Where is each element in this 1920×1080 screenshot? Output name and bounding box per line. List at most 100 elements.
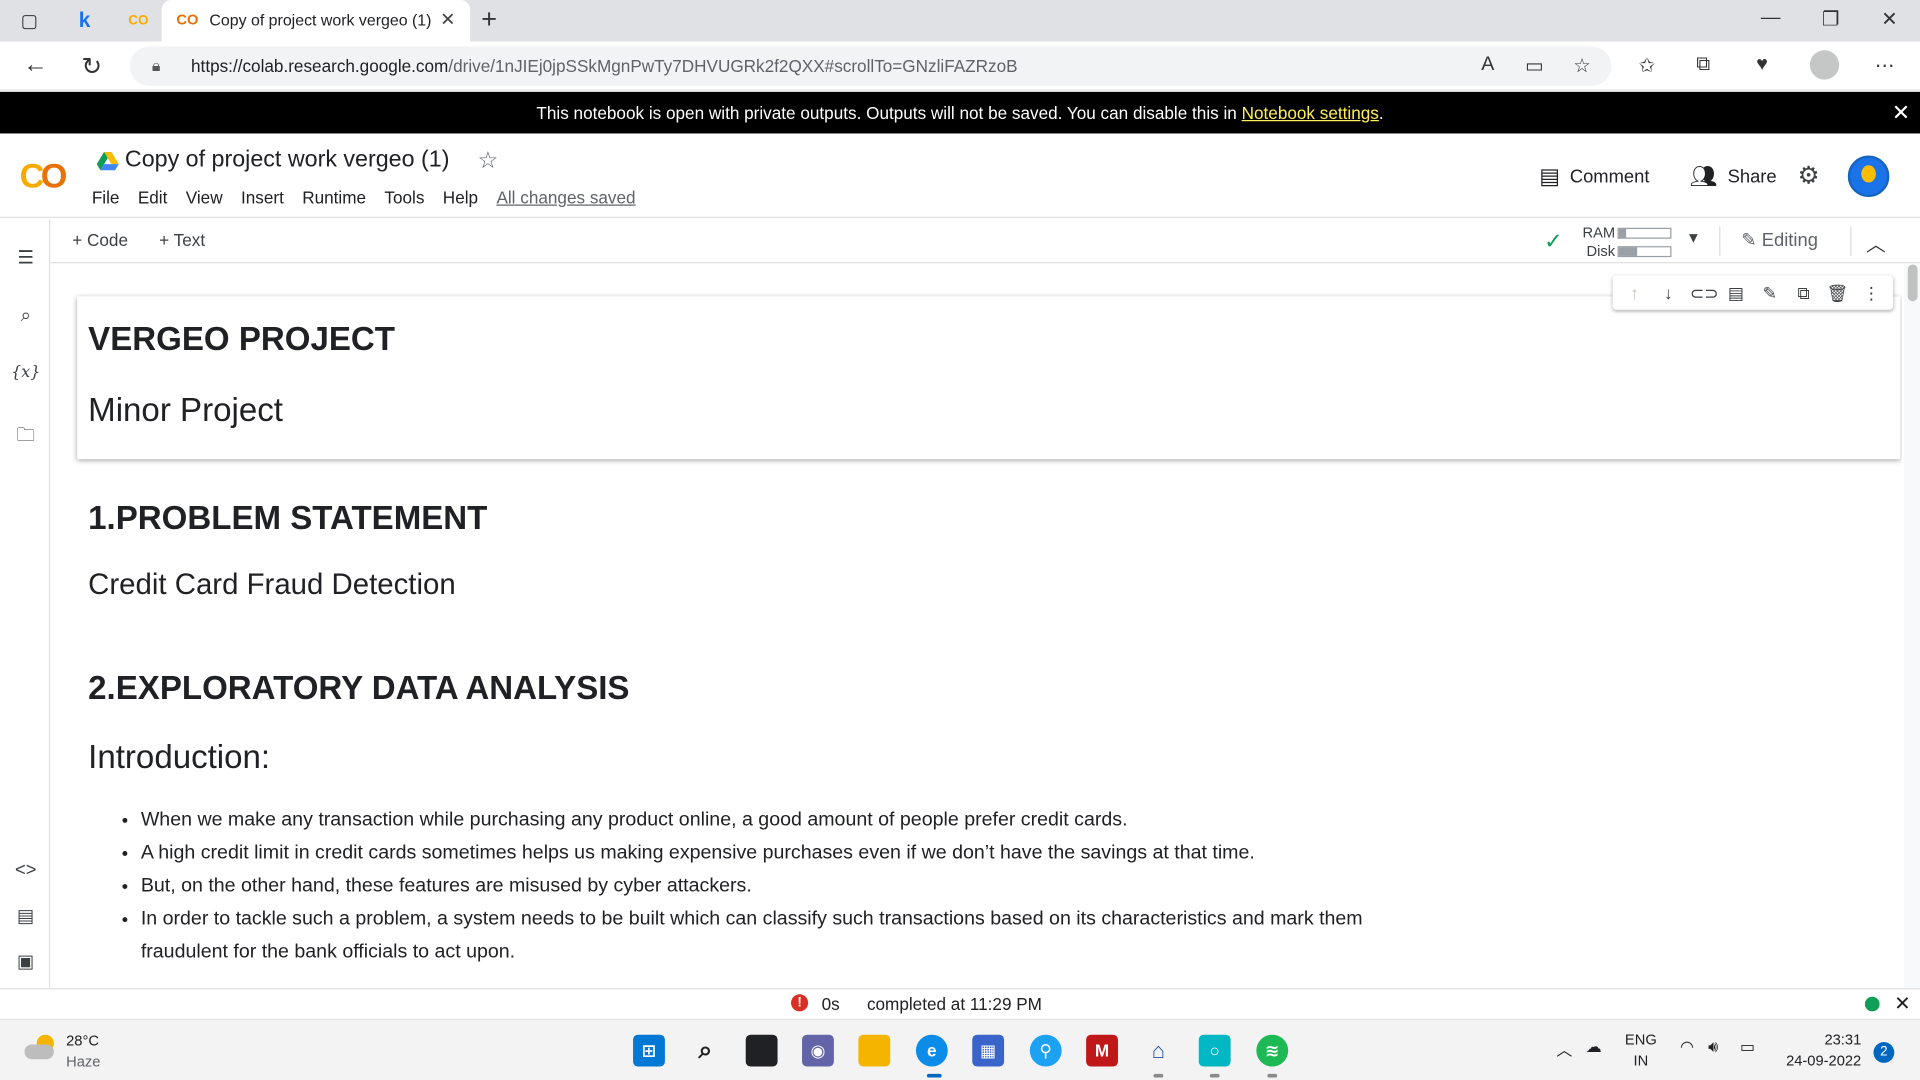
menu-tools[interactable]: Tools [384, 187, 424, 207]
command-palette-icon[interactable]: ▤ [11, 905, 40, 927]
url-field[interactable]: 🔒︎ https://colab.research.google.com/dri… [129, 46, 1612, 86]
weather-temp[interactable]: 28°C [66, 1032, 99, 1049]
menu-help[interactable]: Help [443, 187, 478, 207]
add-code-button[interactable]: + Code [72, 230, 128, 250]
back-icon[interactable]: ← [21, 51, 50, 79]
star-icon[interactable]: ☆ [478, 147, 499, 175]
colab-logo[interactable]: CO [20, 157, 68, 196]
task-view-icon[interactable] [745, 1034, 778, 1067]
move-down-icon[interactable]: ↓ [1656, 283, 1680, 303]
delete-icon[interactable]: 🗑︎ [1825, 282, 1849, 303]
close-window-icon[interactable]: ✕ [1875, 7, 1904, 31]
mcafee-icon[interactable]: M [1086, 1034, 1118, 1067]
menu-file[interactable]: File [92, 187, 120, 207]
more-options-icon[interactable]: ⋮ [1859, 282, 1883, 303]
favorites-icon[interactable]: ✩ [1633, 54, 1660, 78]
terminal-icon[interactable]: ▣ [11, 950, 40, 972]
comment-button[interactable]: ▤ Comment [1539, 164, 1649, 190]
file-explorer-icon[interactable] [858, 1034, 891, 1067]
quick-assist-icon[interactable]: ⌂ [1142, 1035, 1174, 1067]
alexa-icon[interactable]: ○ [1198, 1034, 1231, 1067]
editing-mode-button[interactable]: ✎ Editing [1741, 229, 1818, 251]
toolbar-divider [1719, 226, 1721, 256]
more-menu-icon[interactable]: ⋯ [1871, 54, 1898, 78]
store-icon[interactable]: ▦ [972, 1034, 1005, 1067]
add-text-button[interactable]: + Text [159, 230, 205, 250]
comment-cell-icon[interactable]: ▤ [1724, 282, 1748, 303]
comment-icon: ▤ [1539, 164, 1561, 189]
connected-check-icon: ✓ [1544, 228, 1563, 254]
exec-duration: 0s [821, 994, 840, 1014]
files-folder-icon[interactable]: 🗀︎ [11, 422, 40, 453]
notification-badge[interactable]: 2 [1873, 1042, 1895, 1063]
start-icon[interactable]: ⊞ [633, 1034, 665, 1067]
tab-actions-icon[interactable]: ▢ [16, 7, 43, 34]
volume-icon[interactable]: 🔊︎ [1708, 1037, 1718, 1057]
close-tab-icon[interactable]: ✕ [440, 9, 455, 31]
clock-time[interactable]: 23:31 [1776, 1031, 1861, 1048]
app-indicator [1153, 1073, 1164, 1078]
settings-gear-icon[interactable]: ⚙ [1798, 160, 1820, 191]
clock-date[interactable]: 24-09-2022 [1776, 1052, 1861, 1069]
edge-icon[interactable]: e [915, 1034, 948, 1067]
move-up-icon[interactable]: ↑ [1622, 283, 1646, 303]
address-bar-row: ← ↻ 🔒︎ https://colab.research.google.com… [0, 41, 1920, 91]
menu-edit[interactable]: Edit [138, 187, 168, 207]
tab-colab-favicon[interactable]: CO [125, 7, 152, 34]
onedrive-icon[interactable]: ☁ [1586, 1037, 1602, 1057]
weather-desc[interactable]: Haze [66, 1053, 100, 1070]
refresh-icon[interactable]: ↻ [77, 51, 106, 82]
google-drive-icon[interactable] [96, 151, 119, 172]
tray-chevron-icon[interactable]: ︿ [1556, 1037, 1572, 1060]
browser-tab-strip: ▢ k CO CO Copy of project work vergeo (1… [0, 0, 1920, 42]
user-avatar[interactable] [1847, 155, 1890, 198]
read-aloud-icon[interactable]: A [1474, 54, 1501, 76]
mirror-cell-icon[interactable]: ⧉ [1791, 282, 1815, 303]
battery-icon[interactable]: ▭ [1740, 1037, 1755, 1057]
menu-runtime[interactable]: Runtime [302, 187, 366, 207]
health-icon[interactable]: ♥ [1749, 54, 1776, 76]
app-icon[interactable]: ⚲ [1029, 1034, 1062, 1067]
notebook-title[interactable]: Copy of project work vergeo (1) [125, 147, 450, 174]
search-icon[interactable]: ⌕ [11, 305, 40, 326]
immersive-reader-icon[interactable]: ▭ [1521, 54, 1548, 78]
toolbar-divider [1850, 226, 1852, 256]
notebook-settings-link[interactable]: Notebook settings [1242, 103, 1379, 123]
minimize-icon[interactable]: — [1756, 7, 1785, 29]
ram-bar [1617, 227, 1672, 239]
edit-pencil-icon[interactable]: ✎ [1758, 282, 1782, 303]
active-tab[interactable]: CO Copy of project work vergeo (1) ✕ [161, 0, 471, 42]
profile-avatar[interactable] [1809, 50, 1840, 80]
language-in[interactable]: IN [1633, 1052, 1648, 1069]
share-button[interactable]: 👥︎ Share [1690, 164, 1777, 190]
close-status-icon[interactable]: ✕ [1894, 992, 1910, 1016]
close-banner-icon[interactable]: ✕ [1892, 92, 1910, 134]
menu-insert[interactable]: Insert [241, 187, 284, 207]
variables-icon[interactable]: {x} [11, 364, 40, 382]
link-icon[interactable]: ⊂⊃ [1690, 282, 1719, 303]
code-snippets-icon[interactable]: <> [11, 860, 40, 881]
wifi-icon[interactable]: ◠ [1680, 1037, 1694, 1057]
resources-indicator[interactable]: ✓ RAM Disk ▼ [1542, 222, 1726, 261]
runtime-dropdown-icon[interactable]: ▼ [1686, 229, 1701, 246]
section-heading-problem: 1.PROBLEM STATEMENT [88, 499, 488, 537]
new-tab-button[interactable]: + [481, 4, 497, 36]
restore-icon[interactable]: ❐ [1816, 7, 1845, 31]
lock-icon[interactable]: 🔒︎ [152, 56, 160, 76]
problem-text: Credit Card Fraud Detection [88, 568, 456, 602]
save-status[interactable]: All changes saved [496, 187, 635, 207]
scrollbar[interactable] [1904, 264, 1920, 989]
collections-icon[interactable]: ⧉ [1690, 54, 1717, 76]
collapse-header-icon[interactable]: ︿ [1866, 228, 1886, 257]
add-favorite-icon[interactable]: ☆ [1569, 54, 1596, 78]
teams-chat-icon[interactable]: ◉ [802, 1034, 834, 1067]
menu-view[interactable]: View [186, 187, 223, 207]
table-of-contents-icon[interactable]: ☰ [11, 246, 40, 268]
selected-text-cell[interactable]: VERGEO PROJECT Minor Project [77, 296, 1901, 460]
language-eng[interactable]: ENG [1625, 1031, 1657, 1048]
weather-icon[interactable] [24, 1034, 56, 1062]
search-taskbar-icon[interactable]: ⌕ [689, 1035, 721, 1067]
tab-k-favicon[interactable]: k [71, 7, 98, 34]
spotify-icon[interactable]: ≋ [1256, 1034, 1289, 1067]
error-icon[interactable]: ! [791, 994, 809, 1012]
